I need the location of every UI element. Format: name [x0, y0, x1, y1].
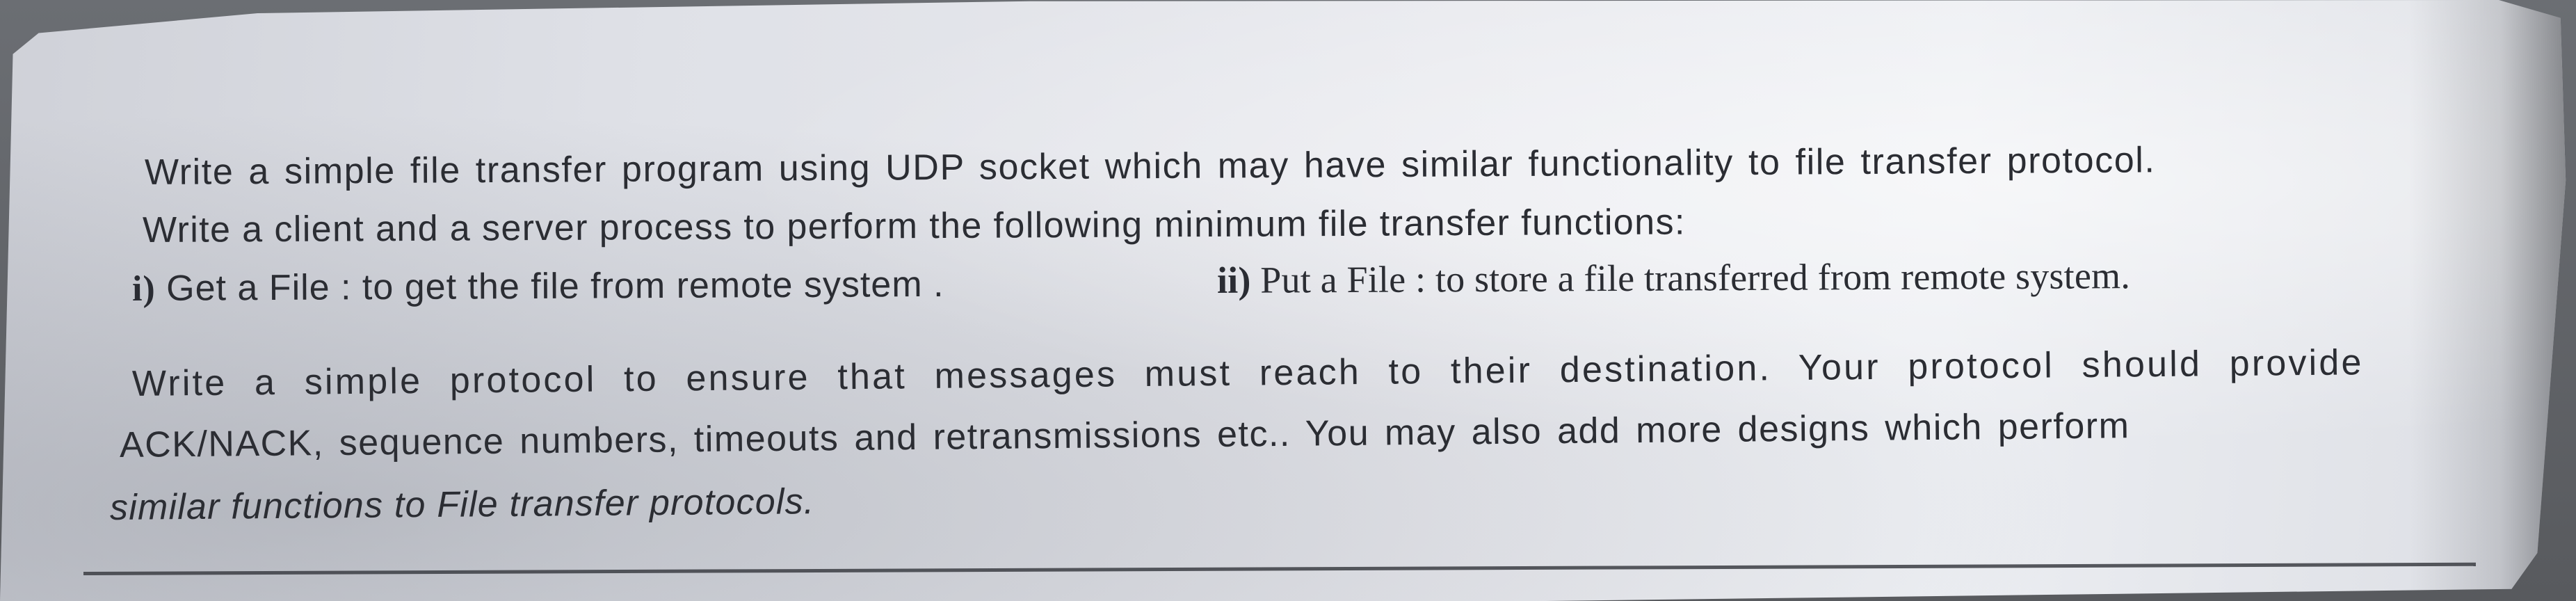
- list-item-number: ii): [1216, 259, 1251, 301]
- paper-sheet: Write a simple file transfer program usi…: [0, 0, 2566, 601]
- paper-edge-shadow: [2409, 0, 2566, 601]
- paragraph2-line3: similar functions to File transfer proto…: [109, 481, 815, 528]
- list-item-get-file: i) Get a File : to get the file from rem…: [132, 264, 944, 310]
- list-item-text: Put a File : to store a file transferred…: [1250, 255, 2131, 301]
- photo-scene: Write a simple file transfer program usi…: [0, 0, 2576, 601]
- list-item-put-file: ii) Put a File : to store a file transfe…: [1217, 254, 2130, 302]
- list-item-text: Get a File : to get the file from remote…: [155, 264, 944, 309]
- list-item-number: i): [131, 269, 156, 309]
- paragraph2-line2: ACK/NACK, sequence numbers, timeouts and…: [119, 406, 2130, 465]
- paragraph1-line1: Write a simple file transfer program usi…: [144, 140, 2156, 193]
- horizontal-rule: [83, 562, 2476, 575]
- paragraph1-line2: Write a client and a server process to p…: [142, 202, 1686, 250]
- paragraph2-line1: Write a simple protocol to ensure that m…: [131, 342, 2364, 404]
